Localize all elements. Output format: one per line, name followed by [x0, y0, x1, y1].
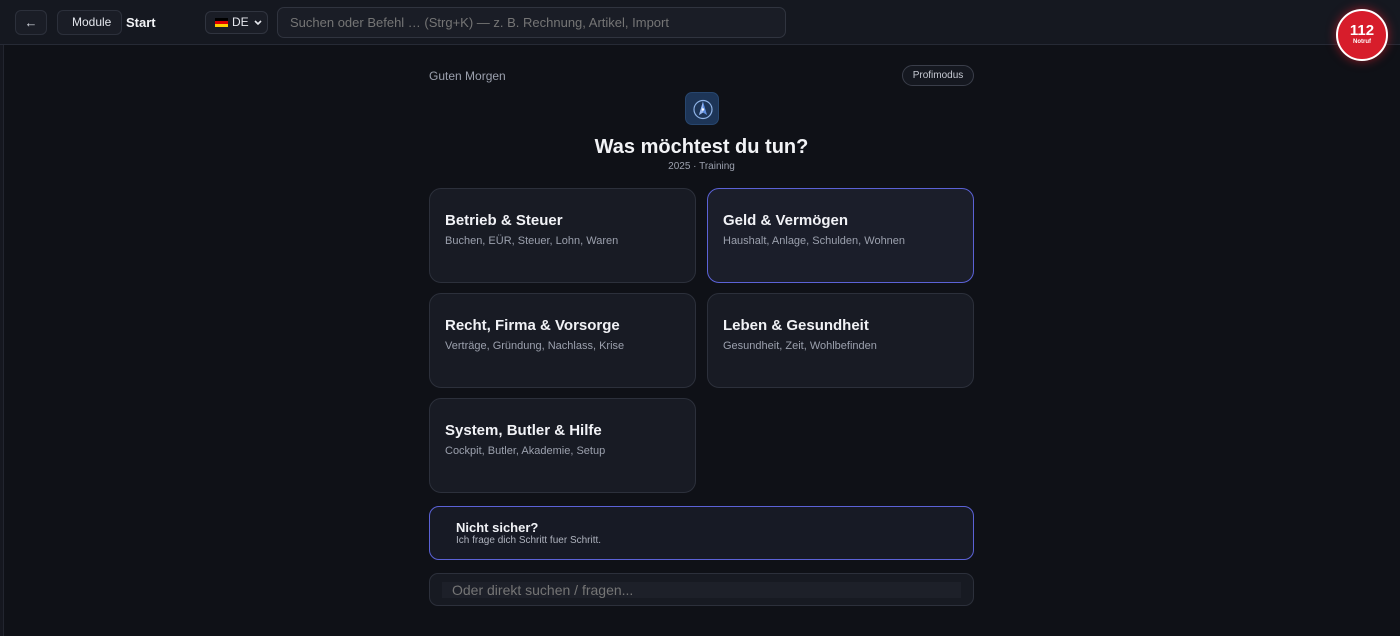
german-flag-icon	[215, 18, 228, 27]
breadcrumb-current: Start	[126, 15, 156, 30]
not-sure-title: Nicht sicher?	[456, 520, 539, 535]
card-subtitle: Buchen, EÜR, Steuer, Lohn, Waren	[445, 235, 619, 247]
card-geld-vermoegen[interactable]: Geld & Vermögen Haushalt, Anlage, Schuld…	[707, 188, 974, 283]
card-title: Betrieb & Steuer	[445, 212, 563, 229]
card-system-butler-hilfe[interactable]: System, Butler & Hilfe Cockpit, Butler, …	[429, 398, 696, 493]
command-search-input[interactable]	[277, 7, 786, 38]
card-subtitle: Cockpit, Butler, Akademie, Setup	[445, 445, 606, 457]
card-title: Leben & Gesundheit	[723, 317, 869, 334]
emergency-number: 112	[1349, 22, 1375, 39]
card-subtitle: Haushalt, Anlage, Schulden, Wohnen	[723, 235, 906, 247]
greeting: Guten Morgen	[429, 69, 506, 83]
language-select[interactable]: DE	[205, 11, 268, 34]
card-leben-gesundheit[interactable]: Leben & Gesundheit Gesundheit, Zeit, Woh…	[707, 293, 974, 388]
ask-input[interactable]	[442, 582, 961, 598]
left-rail	[0, 0, 4, 636]
card-subtitle: Verträge, Gründung, Nachlass, Krise	[445, 340, 625, 352]
not-sure-button[interactable]: Nicht sicher? Ich frage dich Schritt fue…	[429, 506, 974, 560]
card-recht-firma-vorsorge[interactable]: Recht, Firma & Vorsorge Verträge, Gründu…	[429, 293, 696, 388]
not-sure-subtitle: Ich frage dich Schritt fuer Schritt.	[456, 535, 602, 546]
pro-mode-button[interactable]: Profimodus	[902, 65, 974, 86]
back-button[interactable]: ←	[15, 10, 47, 35]
page-subtitle: 2025 · Training	[668, 161, 735, 172]
chevron-down-icon	[253, 12, 263, 41]
emergency-label: Notruf	[1353, 39, 1371, 45]
card-betrieb-steuer[interactable]: Betrieb & Steuer Buchen, EÜR, Steuer, Lo…	[429, 188, 696, 283]
ask-box	[429, 573, 974, 606]
top-bar: ← Module Start DE	[0, 0, 1400, 45]
page-title: Was möchtest du tun?	[594, 136, 809, 158]
emergency-button[interactable]: 112 Notruf	[1336, 9, 1388, 61]
compass-icon	[685, 92, 719, 125]
card-title: System, Butler & Hilfe	[445, 422, 602, 439]
language-label: DE	[232, 15, 249, 29]
card-title: Geld & Vermögen	[723, 212, 849, 229]
card-title: Recht, Firma & Vorsorge	[445, 317, 620, 334]
module-button[interactable]: Module	[57, 10, 123, 35]
card-subtitle: Gesundheit, Zeit, Wohlbefinden	[723, 340, 877, 352]
